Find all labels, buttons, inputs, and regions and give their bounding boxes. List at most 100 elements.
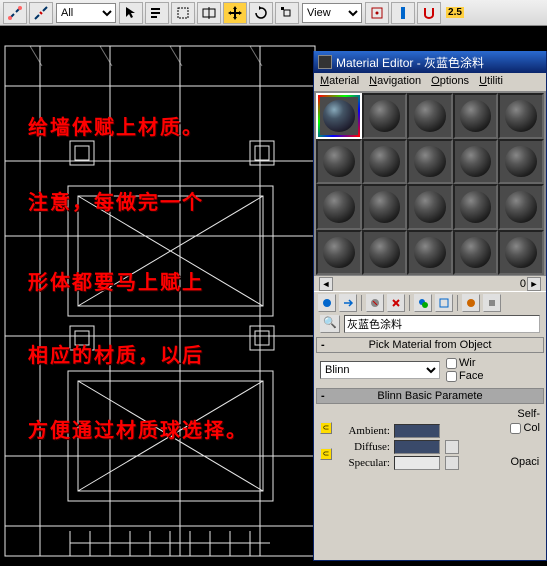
put-to-scene-button[interactable] bbox=[339, 294, 357, 312]
material-slot-4[interactable] bbox=[453, 93, 499, 139]
coord-system-dropdown[interactable]: View bbox=[302, 3, 362, 23]
sphere-preview-icon bbox=[460, 100, 492, 132]
window-title: Material Editor - 灰蓝色涂料 bbox=[336, 54, 484, 71]
scroll-right-button[interactable]: ► bbox=[527, 277, 541, 291]
sphere-preview-icon bbox=[414, 191, 446, 223]
material-slot-5[interactable] bbox=[498, 93, 544, 139]
sphere-preview-icon bbox=[505, 191, 537, 223]
ambient-color-swatch[interactable] bbox=[394, 424, 440, 438]
sphere-preview-icon bbox=[460, 146, 492, 178]
specular-map-button[interactable] bbox=[445, 456, 459, 470]
select-tool-button[interactable] bbox=[119, 2, 143, 24]
material-slot-16[interactable] bbox=[316, 230, 362, 276]
assign-to-selection-button[interactable] bbox=[366, 294, 384, 312]
ambient-label: Ambient: bbox=[340, 425, 390, 437]
selection-filter-dropdown[interactable]: All bbox=[56, 3, 116, 23]
material-editor-titlebar[interactable]: Material Editor - 灰蓝色涂料 bbox=[314, 51, 546, 73]
annotation-line-3: 形体都要马上赋上 bbox=[28, 266, 204, 295]
material-slot-17[interactable] bbox=[362, 230, 408, 276]
sphere-preview-icon bbox=[369, 237, 401, 269]
material-slot-1[interactable] bbox=[316, 93, 362, 139]
move-tool-button[interactable] bbox=[223, 2, 247, 24]
specular-label: Specular: bbox=[340, 457, 390, 469]
reset-map-button[interactable] bbox=[387, 294, 405, 312]
material-slot-9[interactable] bbox=[453, 139, 499, 185]
shader-type-dropdown[interactable]: Blinn bbox=[320, 361, 440, 379]
material-slot-12[interactable] bbox=[362, 184, 408, 230]
pick-from-object-button[interactable]: 🔍 bbox=[320, 315, 340, 333]
pivot-button[interactable] bbox=[365, 2, 389, 24]
self-illum-label: Self- bbox=[517, 408, 540, 420]
blinn-params-header[interactable]: - Blinn Basic Paramete bbox=[316, 388, 544, 404]
material-slot-19[interactable] bbox=[453, 230, 499, 276]
sphere-preview-icon bbox=[323, 100, 355, 132]
wire-checkbox[interactable]: Wir bbox=[446, 357, 483, 369]
annotation-line-5: 方便通过材质球选择。 bbox=[28, 414, 248, 443]
material-slot-6[interactable] bbox=[316, 139, 362, 185]
sphere-preview-icon bbox=[414, 146, 446, 178]
main-toolbar: All View 2.5 bbox=[0, 0, 547, 26]
material-slot-20[interactable] bbox=[498, 230, 544, 276]
sphere-preview-icon bbox=[505, 146, 537, 178]
material-slot-11[interactable] bbox=[316, 184, 362, 230]
material-toolbar bbox=[314, 291, 546, 313]
select-by-name-button[interactable] bbox=[145, 2, 169, 24]
sphere-preview-icon bbox=[369, 191, 401, 223]
annotation-line-2: 注意，每做完一个 bbox=[28, 186, 204, 215]
scroll-left-button[interactable]: ◄ bbox=[319, 277, 333, 291]
material-slot-13[interactable] bbox=[407, 184, 453, 230]
face-checkbox[interactable]: Face bbox=[446, 370, 483, 382]
slot-indicator: 0 bbox=[520, 278, 526, 290]
diffuse-specular-lock-button[interactable]: ⊂ bbox=[320, 448, 332, 460]
make-unique-button[interactable] bbox=[435, 294, 453, 312]
material-slot-8[interactable] bbox=[407, 139, 453, 185]
manipulate-button[interactable] bbox=[391, 2, 415, 24]
sphere-preview-icon bbox=[369, 100, 401, 132]
snap-button[interactable] bbox=[417, 2, 441, 24]
annotation-line-1: 给墙体赋上材质。 bbox=[28, 111, 204, 140]
material-slot-18[interactable] bbox=[407, 230, 453, 276]
rotate-tool-button[interactable] bbox=[249, 2, 273, 24]
opacity-label: Opaci bbox=[510, 456, 540, 468]
material-editor-menubar: Material Navigation Options Utiliti bbox=[314, 73, 546, 91]
material-name-field[interactable] bbox=[344, 315, 540, 333]
menu-utilities[interactable]: Utiliti bbox=[475, 73, 507, 91]
sphere-preview-icon bbox=[323, 237, 355, 269]
material-effects-button[interactable] bbox=[483, 294, 501, 312]
sphere-preview-icon bbox=[505, 100, 537, 132]
sphere-preview-icon bbox=[460, 237, 492, 269]
material-slot-14[interactable] bbox=[453, 184, 499, 230]
annotation-line-4: 相应的材质，以后 bbox=[28, 339, 204, 368]
pick-material-button[interactable]: - Pick Material from Object bbox=[316, 337, 544, 353]
snap-value-badge[interactable]: 2.5 bbox=[443, 2, 467, 24]
scale-tool-button[interactable] bbox=[275, 2, 299, 24]
get-material-button[interactable] bbox=[318, 294, 336, 312]
make-copy-button[interactable] bbox=[414, 294, 432, 312]
rect-select-button[interactable] bbox=[171, 2, 195, 24]
diffuse-color-swatch[interactable] bbox=[394, 440, 440, 454]
link-tool-button[interactable] bbox=[3, 2, 27, 24]
material-slot-3[interactable] bbox=[407, 93, 453, 139]
menu-options[interactable]: Options bbox=[427, 73, 473, 91]
material-slot-10[interactable] bbox=[498, 139, 544, 185]
material-slot-2[interactable] bbox=[362, 93, 408, 139]
menu-material[interactable]: Material bbox=[316, 73, 363, 91]
diffuse-map-button[interactable] bbox=[445, 440, 459, 454]
menu-navigation[interactable]: Navigation bbox=[365, 73, 425, 91]
specular-color-swatch[interactable] bbox=[394, 456, 440, 470]
window-crossing-button[interactable] bbox=[197, 2, 221, 24]
blinn-params-body: Self- ⊂ ⊂ Ambient: Diffuse: Specula bbox=[314, 404, 546, 476]
diffuse-label: Diffuse: bbox=[340, 441, 390, 453]
self-color-checkbox[interactable]: Col bbox=[510, 422, 540, 434]
material-slot-15[interactable] bbox=[498, 184, 544, 230]
unlink-tool-button[interactable] bbox=[29, 2, 53, 24]
sphere-preview-icon bbox=[369, 146, 401, 178]
put-to-library-button[interactable] bbox=[462, 294, 480, 312]
material-slot-grid bbox=[314, 91, 546, 275]
material-slot-7[interactable] bbox=[362, 139, 408, 185]
material-editor-window: Material Editor - 灰蓝色涂料 Material Navigat… bbox=[313, 51, 547, 561]
sphere-preview-icon bbox=[460, 191, 492, 223]
sphere-preview-icon bbox=[323, 146, 355, 178]
ambient-diffuse-lock-button[interactable]: ⊂ bbox=[320, 422, 332, 434]
slot-status-bar: ◄ 0 ► bbox=[314, 275, 546, 291]
